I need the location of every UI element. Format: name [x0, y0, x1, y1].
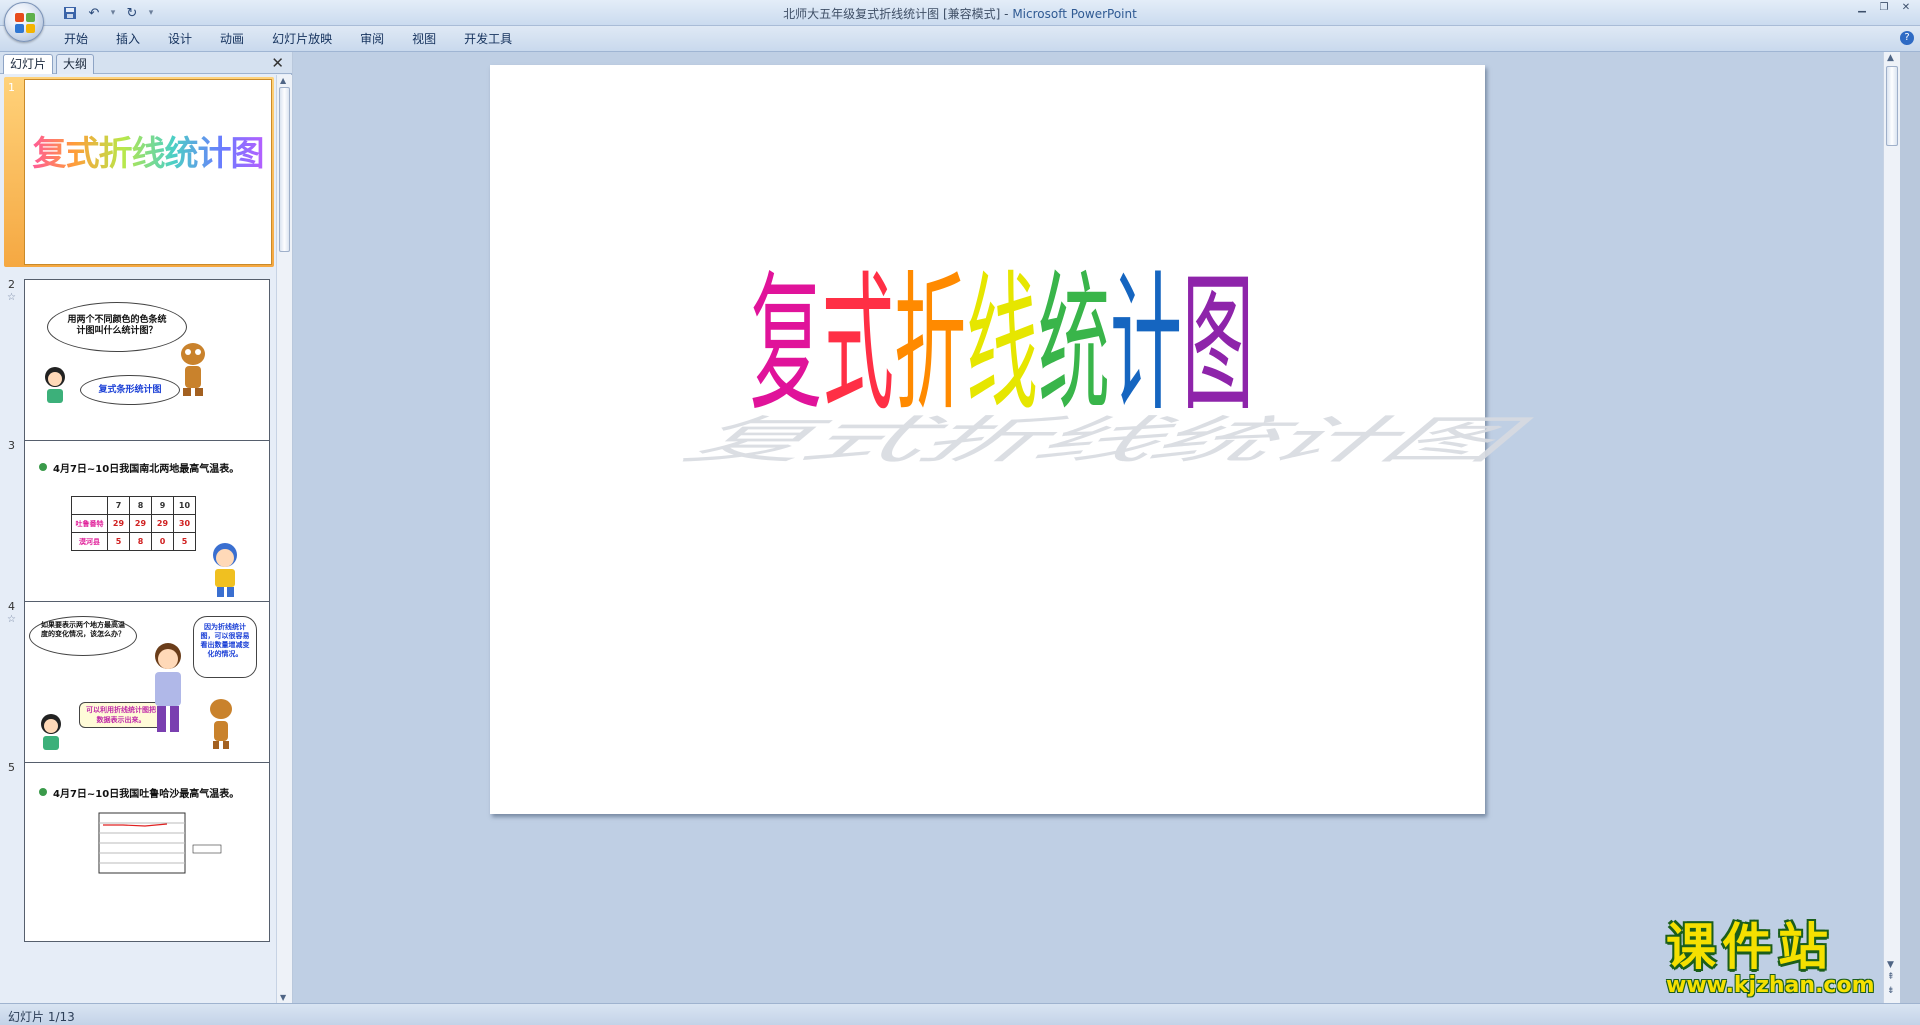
tab-animation[interactable]: 动画: [206, 30, 258, 48]
panel-scrollbar[interactable]: ▲ ▼: [276, 75, 292, 1003]
table-cell: 30: [173, 514, 196, 533]
window-controls: ▁ ❐ ✕: [1852, 2, 1916, 16]
bullet-icon: [39, 788, 47, 796]
bullet-icon: [39, 463, 47, 471]
table-row-label: 吐鲁番特: [71, 514, 108, 533]
scrollbar-thumb[interactable]: [279, 87, 290, 252]
temperature-table: 7 8 9 10 吐鲁番特 29 29 29 30 漠河县 5 8 0 5: [71, 496, 196, 551]
slide-number: 4: [8, 600, 15, 613]
table-cell: 29: [129, 514, 152, 533]
close-panel-icon[interactable]: ✕: [271, 54, 284, 72]
table-cell: 5: [173, 532, 196, 551]
girl-figure: [41, 714, 61, 750]
table-corner: [71, 496, 108, 515]
scrollbar-thumb[interactable]: [1886, 66, 1898, 146]
office-logo-icon: [15, 13, 35, 33]
title-char: 折: [894, 258, 967, 432]
title-char: 计: [1110, 258, 1183, 432]
mini-line-chart: [98, 812, 222, 874]
teacher-figure: [155, 643, 181, 732]
window-title: 北师大五年级复式折线统计图 [兼容模式] - Microsoft PowerPo…: [0, 5, 1920, 22]
slide-preview: 4月7日~10日我国吐鲁哈沙最高气温表。: [24, 762, 270, 942]
tab-home[interactable]: 开始: [50, 30, 102, 48]
status-bar: 幻灯片 1/13: [0, 1003, 1920, 1025]
table-cell: 29: [151, 514, 174, 533]
minimize-icon[interactable]: ▁: [1852, 2, 1872, 16]
speech-bubble: 用两个不同颜色的色条统计图叫什么统计图？: [47, 302, 187, 352]
dog-figure: [181, 343, 205, 396]
table-cell: 0: [151, 532, 174, 551]
table-header-cell: 10: [173, 496, 196, 515]
slide-preview: 复式折线统计图: [24, 79, 272, 265]
office-button[interactable]: [4, 2, 44, 42]
slide-preview: 如果要表示两个地方最高温度的变化情况，该怎么办？ 因为折线统计图，可以很容易看出…: [24, 601, 270, 781]
boy-figure: [213, 543, 237, 597]
ribbon: 开始 插入 设计 动画 幻灯片放映 审阅 视图 开发工具 ?: [0, 26, 1920, 52]
slides-panel: 幻灯片 大纲 ✕ 1 复式折线统计图 2 ☆ 用两个不同颜色的色条统计图叫什么统…: [0, 52, 292, 1003]
animation-star-icon: ☆: [7, 292, 16, 303]
tab-view[interactable]: 视图: [398, 30, 450, 48]
slide-editor: 复式折线统计图 复 式 折 线 统 计 图 ▲ ▼ ⇞ ⇟: [293, 52, 1900, 1003]
watermark-url: www.kjzhan.com: [1666, 973, 1875, 998]
panel-tabs: 幻灯片 大纲 ✕: [0, 52, 292, 74]
tab-review[interactable]: 审阅: [346, 30, 398, 48]
slide-thumbnails: 1 复式折线统计图 2 ☆ 用两个不同颜色的色条统计图叫什么统计图？ 复式条形统…: [0, 75, 276, 1003]
wordart-title[interactable]: 复式折线统计图 复 式 折 线 统 计 图: [665, 270, 1547, 470]
tab-design[interactable]: 设计: [154, 30, 206, 48]
slide-number: 3: [8, 439, 15, 452]
slide-heading: 4月7日~10日我国南北两地最高气温表。: [53, 464, 240, 475]
table-cell: 8: [129, 532, 152, 551]
editor-scrollbar[interactable]: ▲ ▼ ⇞ ⇟: [1883, 52, 1900, 1003]
watermark-title: 课件站: [1666, 918, 1834, 976]
scroll-down-icon[interactable]: ▼: [280, 993, 286, 1002]
title-char: 线: [966, 258, 1039, 432]
slide-counter: 幻灯片 1/13: [8, 1010, 75, 1024]
girl-figure: [45, 367, 65, 403]
slide-preview: 4月7日~10日我国南北两地最高气温表。 7 8 9 10 吐鲁番特 29 29…: [24, 440, 270, 620]
slide-thumbnail-1[interactable]: 1 复式折线统计图: [4, 77, 274, 267]
tab-developer[interactable]: 开发工具: [450, 30, 526, 48]
table-cell: 5: [107, 532, 130, 551]
speech-bubble: 如果要表示两个地方最高温度的变化情况，该怎么办？: [29, 616, 137, 656]
close-icon[interactable]: ✕: [1896, 2, 1916, 16]
table-header-cell: 7: [107, 496, 130, 515]
tab-insert[interactable]: 插入: [102, 30, 154, 48]
table-header-cell: 8: [129, 496, 152, 515]
restore-icon[interactable]: ❐: [1874, 2, 1894, 16]
title-char: 统: [1038, 258, 1111, 432]
help-icon[interactable]: ?: [1900, 31, 1914, 45]
scroll-up-icon[interactable]: ▲: [1887, 53, 1894, 63]
scroll-up-icon[interactable]: ▲: [280, 76, 286, 85]
app-name: Microsoft PowerPoint: [1012, 7, 1137, 21]
slide-number: 5: [8, 761, 15, 774]
document-title: 北师大五年级复式折线统计图 [兼容模式] -: [783, 7, 1013, 21]
title-char: 复: [750, 258, 823, 432]
title-bar: ↶ ▾ ↻ ▾ 北师大五年级复式折线统计图 [兼容模式] - Microsoft…: [0, 0, 1920, 42]
current-slide[interactable]: 复式折线统计图 复 式 折 线 统 计 图: [490, 65, 1547, 814]
speech-bubble: 复式条形统计图: [80, 375, 180, 405]
slide-thumbnail-5[interactable]: 5 4月7日~10日我国吐鲁哈沙最高气温表。: [4, 757, 274, 947]
dog-figure: [210, 699, 232, 749]
tab-slideshow[interactable]: 幻灯片放映: [258, 30, 346, 48]
slide-preview: 用两个不同颜色的色条统计图叫什么统计图？ 复式条形统计图: [24, 279, 270, 459]
ribbon-tabs: 开始 插入 设计 动画 幻灯片放映 审阅 视图 开发工具: [50, 30, 526, 48]
speech-bubble: 因为折线统计图，可以很容易看出数量增减变化的情况。: [193, 616, 257, 678]
table-cell: 29: [107, 514, 130, 533]
table-header-cell: 9: [151, 496, 174, 515]
table-row-label: 漠河县: [71, 532, 108, 551]
title-char: 式: [822, 258, 895, 432]
slide-number: 1: [8, 81, 15, 94]
slide-heading: 4月7日~10日我国吐鲁哈沙最高气温表。: [53, 789, 240, 800]
wordart-characters: 复 式 折 线 统 计 图: [750, 270, 1254, 420]
thumbnail-title: 复式折线统计图: [25, 126, 271, 175]
site-watermark: 课件站 www.kjzhan.com: [1666, 920, 1896, 1002]
tab-outline[interactable]: 大纲: [56, 54, 95, 74]
tab-slides[interactable]: 幻灯片: [3, 54, 54, 74]
animation-star-icon: ☆: [7, 614, 16, 625]
title-char: 图: [1182, 258, 1255, 432]
slide-number: 2: [8, 278, 15, 291]
